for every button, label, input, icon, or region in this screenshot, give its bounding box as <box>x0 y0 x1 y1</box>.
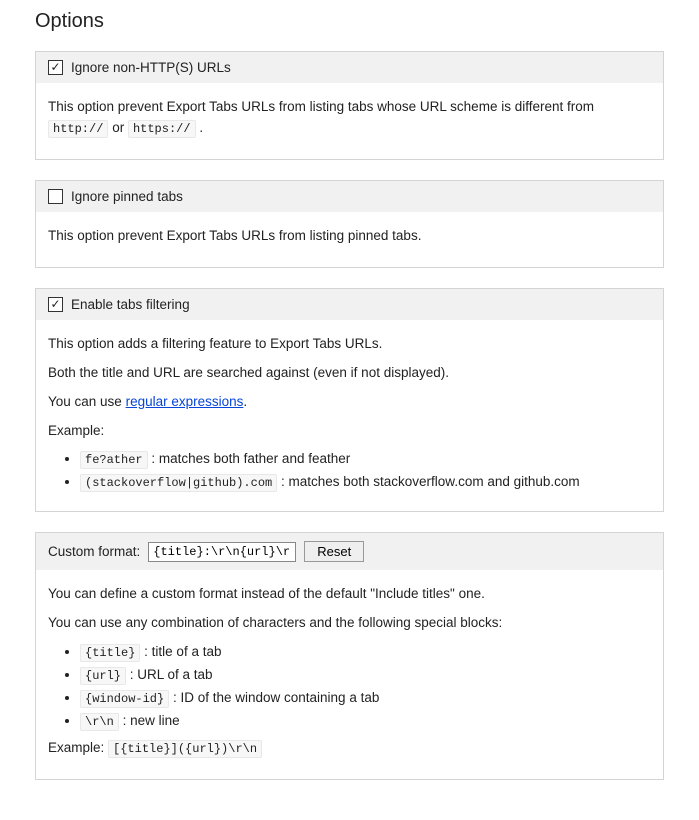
example-code-1: fe?ather <box>80 451 148 469</box>
desc-ignore-http-or: or <box>112 120 128 135</box>
section-header-ignore-pinned: Ignore pinned tabs <box>36 181 663 212</box>
section-body-custom-format: You can define a custom format instead o… <box>36 570 663 778</box>
example-code-2: (stackoverflow|github).com <box>80 474 277 492</box>
block-code-url: {url} <box>80 667 126 685</box>
block-text-newline: : new line <box>119 713 180 728</box>
block-code-window-id: {window-id} <box>80 690 169 708</box>
desc-filtering-2: Both the title and URL are searched agai… <box>48 363 651 384</box>
section-header-ignore-http: Ignore non-HTTP(S) URLs <box>36 52 663 83</box>
desc-custom-2: You can use any combination of character… <box>48 613 651 634</box>
desc-filtering-3-pre: You can use <box>48 394 126 409</box>
checkbox-ignore-http[interactable] <box>48 60 63 75</box>
section-body-ignore-http: This option prevent Export Tabs URLs fro… <box>36 83 663 159</box>
desc-custom-1: You can define a custom format instead o… <box>48 584 651 605</box>
reset-button[interactable]: Reset <box>304 541 364 562</box>
list-item: fe?ather : matches both father and feath… <box>80 449 651 470</box>
section-header-filtering: Enable tabs filtering <box>36 289 663 320</box>
label-ignore-http: Ignore non-HTTP(S) URLs <box>71 60 231 75</box>
section-filtering: Enable tabs filtering This option adds a… <box>35 288 664 513</box>
block-text-url: : URL of a tab <box>126 667 213 682</box>
section-body-ignore-pinned: This option prevent Export Tabs URLs fro… <box>36 212 663 267</box>
desc-filtering-3-post: . <box>243 394 247 409</box>
label-ignore-pinned: Ignore pinned tabs <box>71 189 183 204</box>
label-filtering: Enable tabs filtering <box>71 297 190 312</box>
list-item: {url} : URL of a tab <box>80 665 651 686</box>
custom-example-label: Example: <box>48 740 108 755</box>
desc-ignore-http-period: . <box>199 120 203 135</box>
list-item: (stackoverflow|github).com : matches bot… <box>80 472 651 493</box>
filtering-example-list: fe?ather : matches both father and feath… <box>48 449 651 493</box>
regex-link[interactable]: regular expressions <box>126 394 244 409</box>
list-item: {title} : title of a tab <box>80 642 651 663</box>
block-text-window-id: : ID of the window containing a tab <box>169 690 379 705</box>
block-code-newline: \r\n <box>80 713 119 731</box>
custom-blocks-list: {title} : title of a tab {url} : URL of … <box>48 642 651 732</box>
list-item: \r\n : new line <box>80 711 651 732</box>
section-custom-format: Custom format: Reset You can define a cu… <box>35 532 664 779</box>
desc-filtering-1: This option adds a filtering feature to … <box>48 334 651 355</box>
filtering-example-label: Example: <box>48 421 651 442</box>
code-http: http:// <box>48 120 108 138</box>
section-body-filtering: This option adds a filtering feature to … <box>36 320 663 512</box>
example-text-2: : matches both stackoverflow.com and git… <box>277 474 579 489</box>
desc-ignore-pinned: This option prevent Export Tabs URLs fro… <box>48 226 651 247</box>
list-item: {window-id} : ID of the window containin… <box>80 688 651 709</box>
checkbox-ignore-pinned[interactable] <box>48 189 63 204</box>
example-text-1: : matches both father and feather <box>148 451 351 466</box>
checkbox-filtering[interactable] <box>48 297 63 312</box>
section-ignore-pinned: Ignore pinned tabs This option prevent E… <box>35 180 664 268</box>
custom-example-code: [{title}]({url})\r\n <box>108 740 262 758</box>
block-code-title: {title} <box>80 644 140 662</box>
section-ignore-http: Ignore non-HTTP(S) URLs This option prev… <box>35 51 664 160</box>
code-https: https:// <box>128 120 196 138</box>
custom-format-input[interactable] <box>148 542 296 562</box>
desc-ignore-http-pre: This option prevent Export Tabs URLs fro… <box>48 99 594 114</box>
block-text-title: : title of a tab <box>140 644 221 659</box>
custom-format-header: Custom format: Reset <box>36 533 663 570</box>
custom-format-label: Custom format: <box>48 544 140 559</box>
page-title: Options <box>35 10 664 33</box>
